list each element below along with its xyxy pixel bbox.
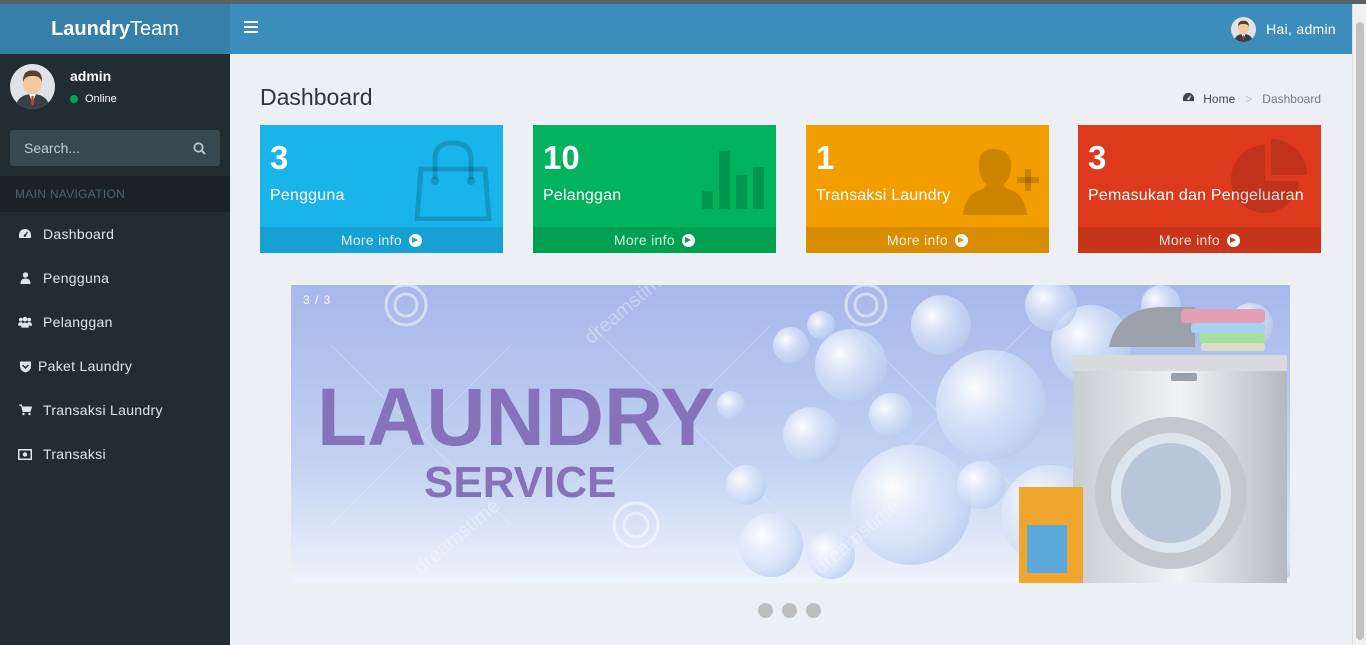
sidebar-item-label: Paket Laundry xyxy=(38,358,133,374)
user-icon xyxy=(18,271,32,285)
carousel-indicator[interactable] xyxy=(782,603,797,618)
stat-box-transaksi-laundry: 1 Transaksi Laundry More info xyxy=(806,125,1049,253)
more-info-label: More info xyxy=(886,232,948,248)
sidebar-item-label: Transaksi Laundry xyxy=(43,402,163,418)
search-input[interactable] xyxy=(10,130,180,166)
breadcrumb-separator: > xyxy=(1245,92,1253,106)
sidebar-search xyxy=(10,130,220,166)
arrow-circle-right-icon xyxy=(955,234,969,247)
page-title: Dashboard xyxy=(260,84,373,110)
laundry-banner-image: LAUNDRY SERVICE dreamstime dreamstime dr… xyxy=(291,285,1290,583)
more-info-link[interactable]: More info xyxy=(533,227,776,253)
arrow-circle-right-icon xyxy=(1227,234,1241,247)
status-text: Online xyxy=(85,93,117,105)
sidebar-item-label: Pengguna xyxy=(43,270,110,286)
sidebar-toggle-icon[interactable] xyxy=(244,21,258,35)
sidebar-item-label: Pelanggan xyxy=(43,314,113,330)
stat-box-pengguna: 3 Pengguna More info xyxy=(260,125,503,253)
page-scrollbar[interactable] xyxy=(1352,4,1366,645)
breadcrumb-home-link[interactable]: Home xyxy=(1203,92,1235,106)
more-info-link[interactable]: More info xyxy=(260,227,503,253)
stat-label: Pengguna xyxy=(270,187,345,204)
stat-box-pelanggan: 10 Pelanggan More info xyxy=(533,125,776,253)
search-icon[interactable] xyxy=(193,142,206,160)
user-menu[interactable]: Hai, admin xyxy=(1231,16,1336,42)
content-header: Dashboard xyxy=(260,84,373,111)
money-icon xyxy=(18,447,32,461)
stat-number: 10 xyxy=(543,139,580,176)
sidebar-item-pengguna[interactable]: Pengguna xyxy=(0,256,230,300)
stat-label: Transaksi Laundry xyxy=(816,187,951,204)
stat-number: 3 xyxy=(270,139,289,176)
stat-number: 1 xyxy=(816,139,835,176)
stat-number: 3 xyxy=(1088,139,1107,176)
greeting-text: Hai, admin xyxy=(1266,21,1336,37)
more-info-label: More info xyxy=(613,232,675,248)
carousel-indicator[interactable] xyxy=(758,603,773,618)
sidebar-item-pelanggan[interactable]: Pelanggan xyxy=(0,300,230,344)
sidebar-item-transaksi[interactable]: Transaksi xyxy=(0,432,230,476)
user-panel: admin Online xyxy=(0,54,230,122)
pie-chart-icon xyxy=(1229,137,1311,224)
online-dot-icon xyxy=(70,95,78,103)
cart-icon xyxy=(18,403,32,417)
top-navbar: Hai, admin xyxy=(230,4,1352,54)
users-icon xyxy=(18,315,32,329)
sidebar-item-transaksi-laundry[interactable]: Transaksi Laundry xyxy=(0,388,230,432)
more-info-link[interactable]: More info xyxy=(806,227,1049,253)
navbar-avatar xyxy=(1231,16,1257,42)
user-plus-icon xyxy=(959,145,1043,220)
more-info-label: More info xyxy=(340,232,402,248)
banner-subtitle: SERVICE xyxy=(424,458,616,507)
slide-counter: 3 / 3 xyxy=(303,293,332,307)
avatar xyxy=(10,64,55,109)
brand-light: Team xyxy=(130,18,179,40)
arrow-circle-right-icon xyxy=(682,234,696,247)
carousel-indicator[interactable] xyxy=(806,603,821,618)
more-info-label: More info xyxy=(1158,232,1220,248)
more-info-link[interactable]: More info xyxy=(1078,227,1321,253)
shield-icon xyxy=(18,359,32,373)
nav-header: MAIN NAVIGATION xyxy=(0,176,230,212)
stat-box-pemasukan-pengeluaran: 3 Pemasukan dan Pengeluaran More info xyxy=(1078,125,1321,253)
breadcrumb: Home > Dashboard xyxy=(1182,92,1321,106)
sidebar: admin Online MAIN NAVIGATION Dashboard P… xyxy=(0,54,230,645)
breadcrumb-current: Dashboard xyxy=(1262,92,1321,106)
bar-chart-icon xyxy=(702,151,766,214)
sidebar-menu: Dashboard Pengguna Pelanggan Paket Laund… xyxy=(0,212,230,476)
sidebar-username: admin xyxy=(70,68,112,84)
sidebar-item-dashboard[interactable]: Dashboard xyxy=(0,212,230,256)
brand-logo[interactable]: LaundryTeam xyxy=(0,4,230,54)
brand-bold: Laundry xyxy=(51,18,130,40)
scrollbar-thumb[interactable] xyxy=(1356,22,1364,640)
stat-label: Pelanggan xyxy=(543,187,622,204)
online-status: Online xyxy=(70,93,117,105)
arrow-circle-right-icon xyxy=(409,234,423,247)
shopping-bag-icon xyxy=(413,139,493,226)
dashboard-icon xyxy=(1182,92,1195,106)
sidebar-item-label: Transaksi xyxy=(43,446,106,462)
image-carousel[interactable]: LAUNDRY SERVICE dreamstime dreamstime dr… xyxy=(291,285,1290,583)
sidebar-item-paket-laundry[interactable]: Paket Laundry xyxy=(0,344,230,388)
banner-title: LAUNDRY xyxy=(317,372,715,463)
sidebar-item-label: Dashboard xyxy=(43,226,115,242)
dashboard-icon xyxy=(18,227,32,241)
carousel-indicators xyxy=(758,603,830,618)
